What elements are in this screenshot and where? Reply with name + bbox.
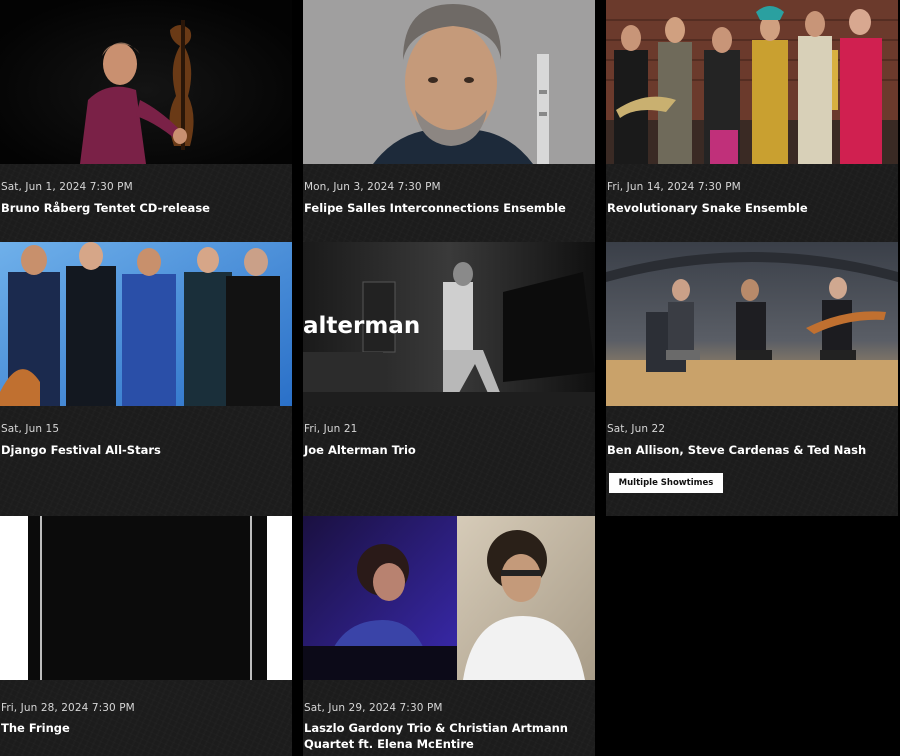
event-image[interactable] [606,0,898,164]
event-image[interactable] [0,516,292,680]
event-date: Fri, Jun 14, 2024 7:30 PM [607,181,741,193]
alterman-logo-text: alterman [303,313,420,339]
event-image[interactable] [0,242,292,406]
event-date: Sat, Jun 22 [607,423,666,435]
event-image[interactable] [303,0,595,164]
event-date: Sat, Jun 1, 2024 7:30 PM [1,181,133,193]
event-title[interactable]: Django Festival All-Stars [1,442,289,458]
event-image[interactable]: alterman [303,242,595,406]
event-card[interactable]: Fri, Jun 14, 2024 7:30 PM Revolutionary … [606,0,898,242]
event-image[interactable] [303,516,595,680]
event-card[interactable]: Mon, Jun 3, 2024 7:30 PM Felipe Salles I… [303,0,595,242]
event-card[interactable]: Sat, Jun 15 Django Festival All-Stars [0,242,292,516]
event-card[interactable]: Fri, Jun 28, 2024 7:30 PM The Fringe [0,516,292,756]
event-date: Mon, Jun 3, 2024 7:30 PM [304,181,441,193]
multiple-showtimes-button[interactable]: Multiple Showtimes [609,473,723,493]
event-image[interactable] [606,242,898,406]
event-date: Fri, Jun 21 [304,423,358,435]
event-date: Sat, Jun 29, 2024 7:30 PM [304,702,443,714]
event-card[interactable]: Sat, Jun 22 Ben Allison, Steve Cardenas … [606,242,898,516]
event-date: Sat, Jun 15 [1,423,60,435]
event-title[interactable]: Bruno Råberg Tentet CD-release [1,200,289,216]
event-image[interactable] [0,0,292,164]
event-date: Fri, Jun 28, 2024 7:30 PM [1,702,135,714]
event-card[interactable]: alterman Fri, Jun 21 Joe Alterman Trio [303,242,595,516]
event-title[interactable]: Joe Alterman Trio [304,442,592,458]
event-title[interactable]: Revolutionary Snake Ensemble [607,200,895,216]
event-card[interactable]: Sat, Jun 29, 2024 7:30 PM Laszlo Gardony… [303,516,595,756]
event-title[interactable]: Laszlo Gardony Trio & Christian Artmann … [304,720,592,752]
event-title[interactable]: The Fringe [1,720,289,736]
event-title[interactable]: Felipe Salles Interconnections Ensemble [304,200,592,216]
event-title[interactable]: Ben Allison, Steve Cardenas & Ted Nash [607,442,895,458]
event-card[interactable]: Sat, Jun 1, 2024 7:30 PM Bruno Råberg Te… [0,0,292,242]
events-grid: Sat, Jun 1, 2024 7:30 PM Bruno Råberg Te… [0,0,900,756]
